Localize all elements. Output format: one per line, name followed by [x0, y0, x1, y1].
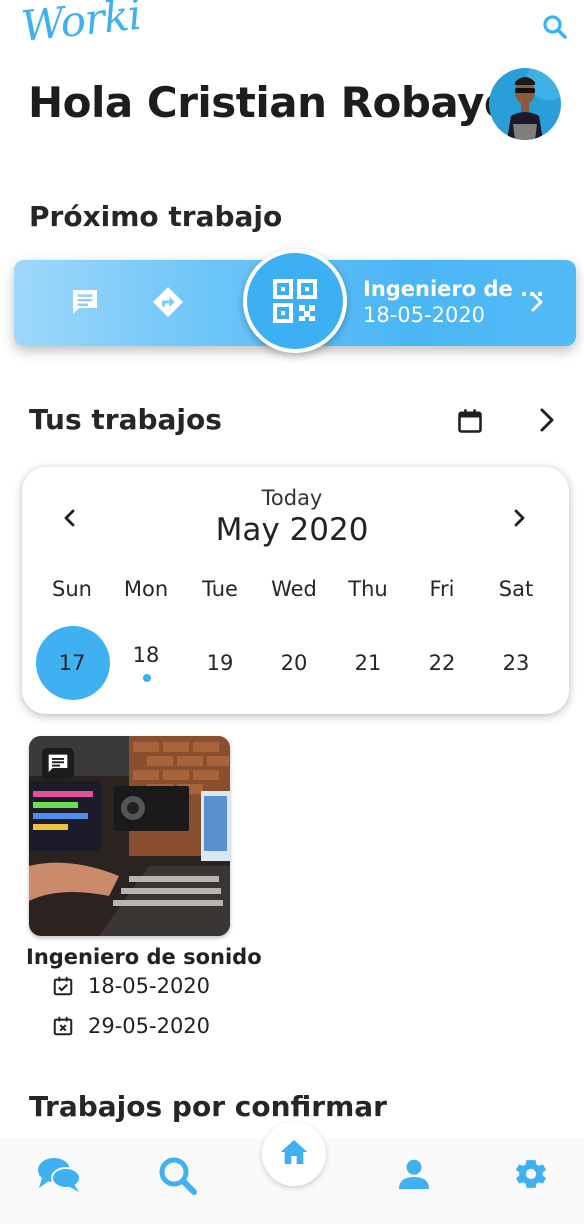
message-icon[interactable] — [67, 284, 103, 320]
calendar-month-label: May 2020 — [215, 512, 369, 548]
chat-badge-icon[interactable] — [42, 748, 74, 780]
weekday-label: Sun — [52, 577, 92, 601]
job-end-row: 29-05-2020 — [52, 1014, 210, 1038]
profile-icon[interactable] — [396, 1156, 432, 1192]
job-start-row: 18-05-2020 — [52, 974, 210, 998]
calendar-icon[interactable] — [456, 406, 484, 436]
job-end-date: 29-05-2020 — [88, 1014, 211, 1038]
qr-code-icon — [273, 279, 317, 323]
search-icon[interactable] — [540, 12, 570, 42]
calendar-days: 17 18 19 20 21 22 23 — [35, 643, 553, 675]
weekday-label: Thu — [348, 577, 388, 601]
chevron-right-icon[interactable] — [535, 405, 559, 435]
calendar-day[interactable]: 19 — [183, 651, 257, 675]
next-job-title: Ingeniero de ... — [363, 277, 545, 301]
calendar-day[interactable]: 17 — [35, 651, 109, 675]
avatar[interactable] — [489, 68, 561, 140]
home-button[interactable] — [262, 1122, 326, 1186]
weekday-label: Fri — [429, 577, 455, 601]
home-icon — [280, 1140, 308, 1164]
calendar-day[interactable]: 22 — [405, 651, 479, 675]
search-icon[interactable] — [156, 1154, 200, 1198]
next-job-section-title: Próximo trabajo — [29, 200, 283, 233]
calendar-today-label[interactable]: Today — [0, 486, 584, 510]
weekday-label: Tue — [202, 577, 238, 601]
qr-code-button[interactable] — [243, 249, 347, 353]
weekday-label: Mon — [123, 577, 169, 601]
pending-section-title: Trabajos por confirmar — [29, 1090, 387, 1123]
weekday-label: Wed — [271, 577, 317, 601]
calendar-day[interactable]: 20 — [257, 651, 331, 675]
next-job-date: 18-05-2020 — [363, 303, 486, 327]
job-name: Ingeniero de sonido — [26, 945, 262, 969]
calendar-check-icon — [53, 976, 73, 996]
calendar-day[interactable]: 23 — [479, 651, 553, 675]
app-logo: Worki — [18, 0, 143, 51]
directions-icon[interactable] — [150, 284, 186, 320]
greeting-title: Hola Cristian Robayo — [28, 78, 513, 127]
job-start-date: 18-05-2020 — [88, 974, 211, 998]
calendar-x-icon — [53, 1016, 73, 1036]
settings-icon[interactable] — [512, 1155, 550, 1193]
weekday-label: Sat — [498, 577, 534, 601]
calendar-weekdays: Sun Mon Tue Wed Thu Fri Sat — [35, 577, 553, 601]
jobs-section-title: Tus trabajos — [29, 403, 222, 436]
chat-icon[interactable] — [36, 1154, 82, 1194]
calendar-day[interactable]: 21 — [331, 651, 405, 675]
calendar-day[interactable]: 18 — [109, 643, 183, 675]
event-dot — [143, 674, 151, 682]
chevron-right-icon[interactable] — [527, 290, 547, 314]
